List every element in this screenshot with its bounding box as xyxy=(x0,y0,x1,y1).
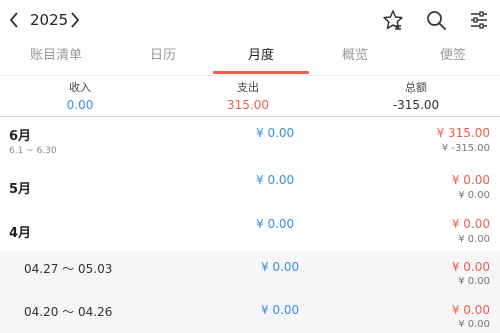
tab-notes[interactable]: 便签 xyxy=(403,40,500,75)
filter-sliders-icon[interactable] xyxy=(467,8,491,32)
month-income: ¥ 0.00 xyxy=(256,126,295,140)
month-total: ¥ 0.00 xyxy=(458,190,490,201)
week-income: ¥ 0.00 xyxy=(261,303,300,317)
expense-label: 支出 xyxy=(237,81,259,94)
prev-year-chevron-icon[interactable] xyxy=(7,9,21,31)
month-row[interactable]: 5月 ¥ 0.00 ¥ 0.00 ¥ 0.00 xyxy=(0,163,500,208)
tab-calendar[interactable]: 日历 xyxy=(113,40,213,75)
week-total: ¥ 0.00 xyxy=(458,276,490,287)
income-label: 收入 xyxy=(69,81,91,94)
tab-overview[interactable]: 概览 xyxy=(305,40,405,75)
month-expense: ¥ 315.00 xyxy=(436,126,490,140)
month-row[interactable]: 6月 6.1 ~ 6.30 ¥ 0.00 ¥ 315.00 ¥ -315.00 xyxy=(0,117,500,163)
top-bar: 2025 xyxy=(0,0,500,40)
income-total: 0.00 xyxy=(66,98,94,112)
year-label[interactable]: 2025 xyxy=(30,9,68,31)
summary-balance: 总额 -315.00 xyxy=(356,80,476,113)
month-name: 6月 xyxy=(9,129,32,144)
tab-ledger-list[interactable]: 账目清单 xyxy=(6,40,106,75)
month-row[interactable]: 4月 ¥ 0.00 ¥ 0.00 ¥ 0.00 xyxy=(0,208,500,251)
balance-total: -315.00 xyxy=(392,98,440,112)
month-income: ¥ 0.00 xyxy=(256,217,295,231)
week-range: 04.27 ～ 05.03 xyxy=(24,262,113,276)
tab-bar: 账目清单 日历 月度 概览 便签 xyxy=(0,40,500,76)
week-expense: ¥ 0.00 xyxy=(451,260,490,274)
month-expense: ¥ 0.00 xyxy=(451,217,490,231)
summary-expense: 支出 315.00 xyxy=(188,80,308,113)
week-row[interactable]: 04.20 ～ 04.26 ¥ 0.00 ¥ 0.00 ¥ 0.00 xyxy=(0,292,500,333)
month-income: ¥ 0.00 xyxy=(256,173,295,187)
week-row[interactable]: 04.27 ～ 05.03 ¥ 0.00 ¥ 0.00 ¥ 0.00 xyxy=(0,251,500,292)
week-expense: ¥ 0.00 xyxy=(451,303,490,317)
month-name: 4月 xyxy=(9,226,32,241)
month-total: ¥ -315.00 xyxy=(441,143,490,154)
balance-label: 总额 xyxy=(405,81,427,94)
month-range: 6.1 ~ 6.30 xyxy=(9,146,57,156)
active-tab-indicator xyxy=(213,71,309,74)
star-icon[interactable] xyxy=(381,8,405,32)
expense-total: 315.00 xyxy=(227,98,269,112)
next-year-chevron-icon[interactable] xyxy=(68,9,82,31)
search-icon[interactable] xyxy=(424,8,448,32)
week-range: 04.20 ～ 04.26 xyxy=(24,305,113,319)
week-income: ¥ 0.00 xyxy=(261,260,300,274)
summary-income: 收入 0.00 xyxy=(20,80,140,113)
month-expense: ¥ 0.00 xyxy=(451,173,490,187)
month-total: ¥ 0.00 xyxy=(458,234,490,245)
month-name: 5月 xyxy=(9,182,32,197)
tab-monthly[interactable]: 月度 xyxy=(211,40,311,75)
week-total: ¥ 0.00 xyxy=(458,319,490,330)
